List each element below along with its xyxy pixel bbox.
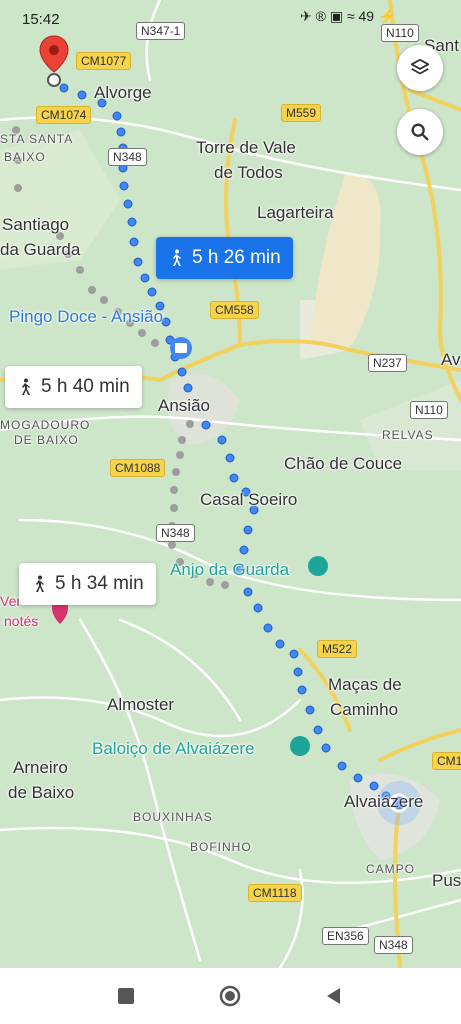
route-bubble-alt[interactable]: 5 h 34 min <box>19 563 156 605</box>
search-button[interactable] <box>397 109 443 155</box>
road-shield: CM558 <box>210 301 259 319</box>
road-shield: N237 <box>368 354 407 372</box>
town-label: da Guarda <box>0 240 81 259</box>
road-shield: CM1074 <box>36 106 92 124</box>
route-duration: 5 h 34 min <box>55 573 144 594</box>
road-shield: EN356 <box>322 927 369 945</box>
town-label: Torre de Vale <box>196 138 296 157</box>
poi-label[interactable]: Baloiço de Alvaiázere <box>92 738 255 760</box>
road-shield: CM1088 <box>110 459 166 477</box>
walking-icon <box>36 575 44 592</box>
circle-icon <box>219 985 241 1007</box>
town-label: Chão de Couce <box>284 454 403 473</box>
route-bubble-selected[interactable]: 5 h 26 min <box>156 237 293 279</box>
route-bubble-alt[interactable]: 5 h 40 min <box>5 366 142 408</box>
road-shield: CM1118 <box>248 884 302 902</box>
walking-icon <box>22 378 30 395</box>
town-label: Santiago <box>2 215 70 234</box>
town-label: Av <box>441 350 461 369</box>
town-label: DE BAIXO <box>14 433 79 447</box>
town-label: Alvorge <box>94 83 152 102</box>
status-icons: ✈ ® ▣ ≈ 49 ⚡ <box>300 8 396 24</box>
road-shield: CM1077 <box>76 52 132 70</box>
start-pin-icon[interactable] <box>38 34 70 90</box>
town-label: Caminho <box>330 700 399 719</box>
road-shield: M559 <box>281 104 322 122</box>
town-label: Maças de <box>328 675 402 694</box>
town-label: BOUXINHAS <box>133 810 213 824</box>
map-canvas[interactable]: Alvorge STA SANTA BAIXO Santiago da Guar… <box>0 0 461 968</box>
road-shield: N348 <box>374 936 413 954</box>
road-shield: M522 <box>317 640 358 658</box>
search-icon <box>411 123 429 141</box>
town-label: Casal Soeiro <box>200 490 298 509</box>
town-label: Almoster <box>107 695 175 714</box>
recents-button[interactable] <box>112 982 140 1010</box>
road-shield: CM1 <box>432 752 461 770</box>
layers-button[interactable] <box>397 45 443 91</box>
system-nav-bar <box>0 968 461 1024</box>
town-label: de Todos <box>214 163 283 182</box>
town-label: BOFINHO <box>190 840 252 854</box>
layers-icon <box>410 58 430 75</box>
road-shield: N348 <box>108 148 147 166</box>
home-button[interactable] <box>216 982 244 1010</box>
town-label: CAMPO <box>366 862 416 876</box>
town-label: BAIXO <box>4 150 46 164</box>
town-label: Ansião <box>158 396 210 415</box>
town-label: Lagarteira <box>257 203 334 222</box>
road-shield: N110 <box>410 401 448 419</box>
poi-label[interactable]: Ver <box>0 590 21 612</box>
status-time: 15:42 <box>22 11 60 28</box>
town-label: Pus <box>432 871 461 890</box>
poi-label[interactable]: Anjo da Guarda <box>170 559 289 581</box>
town-label: Alvaiázere <box>344 792 424 811</box>
road-shield: N348 <box>156 524 195 542</box>
route-duration: 5 h 40 min <box>41 376 130 397</box>
route-duration: 5 h 26 min <box>192 247 281 268</box>
walking-icon <box>173 249 181 266</box>
town-label: Arneiro <box>13 758 68 777</box>
town-label: RELVAS <box>382 428 434 442</box>
town-label: de Baixo <box>8 783 75 802</box>
status-bar: 15:42 ✈ ® ▣ ≈ 49 ⚡ <box>0 0 461 40</box>
back-button[interactable] <box>320 982 348 1010</box>
square-icon <box>118 988 134 1004</box>
triangle-back-icon <box>327 988 340 1004</box>
poi-label[interactable]: notés <box>4 610 38 632</box>
poi-label[interactable]: Pingo Doce - Ansião <box>9 306 163 328</box>
